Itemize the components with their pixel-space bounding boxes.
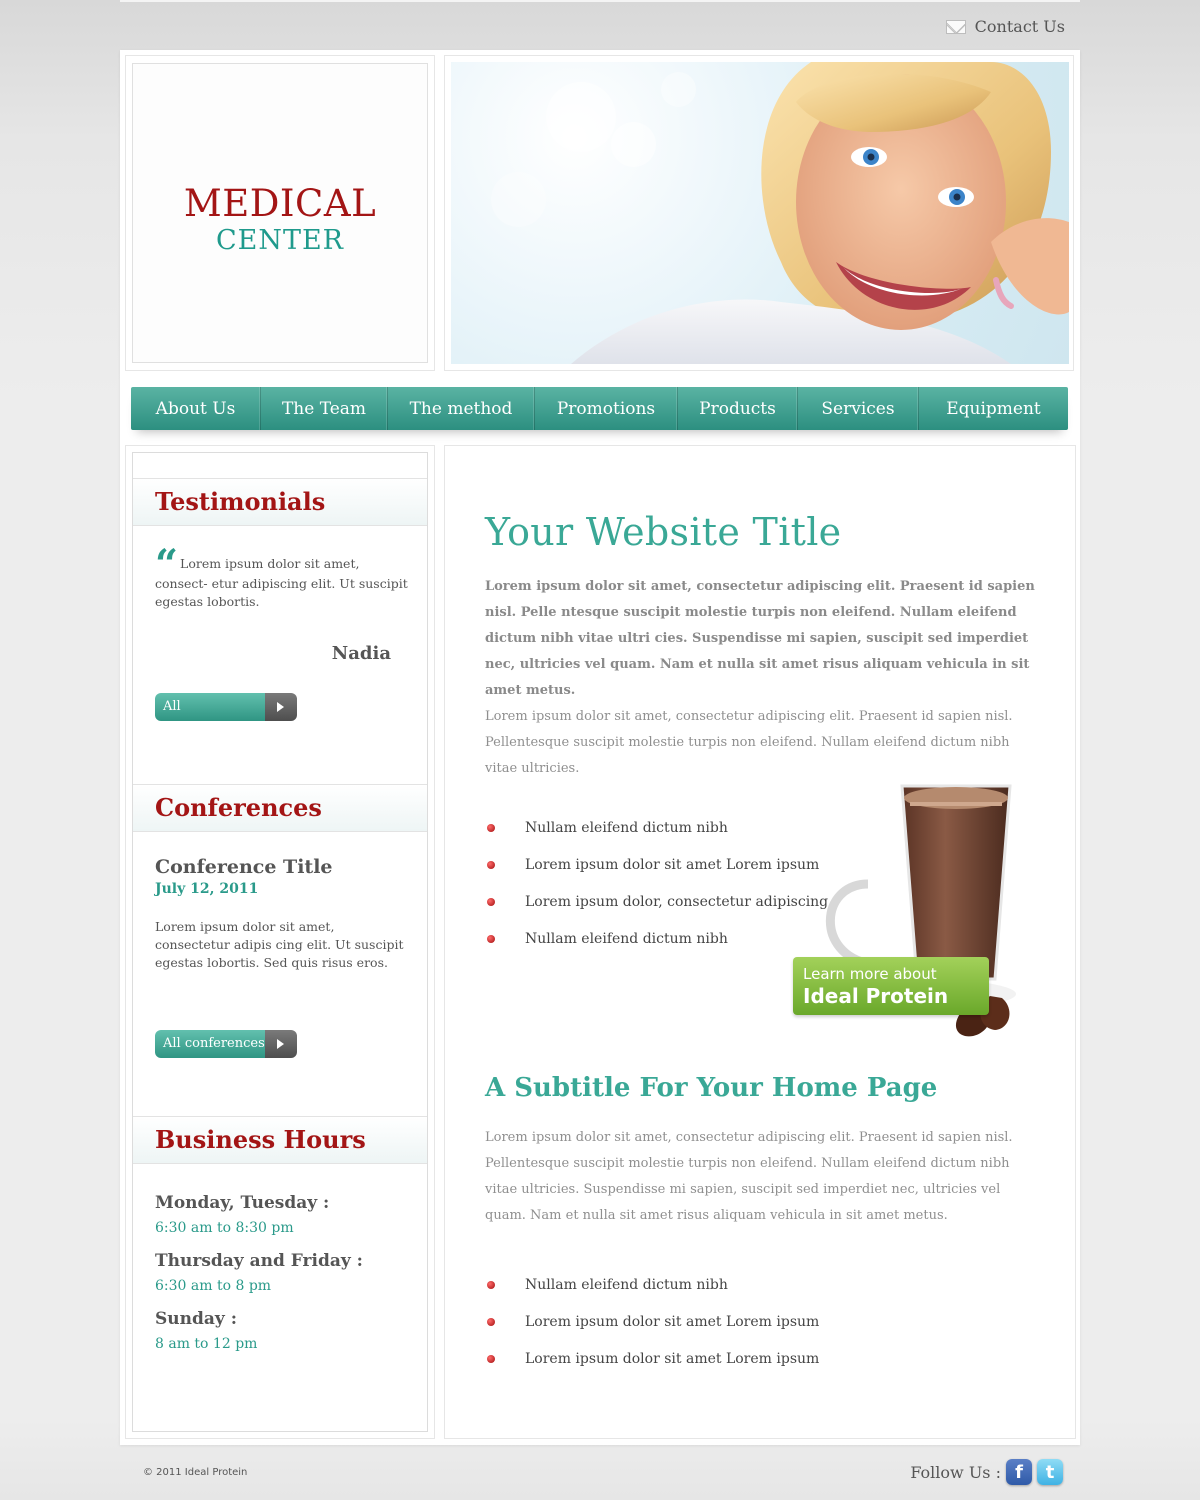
testimonial-author: Nadia [331, 643, 391, 664]
hours-time-3: 8 am to 12 pm [155, 1336, 258, 1352]
nav-equipment[interactable]: Equipment [919, 387, 1068, 430]
list-item: Lorem ipsum dolor, consectetur adipiscin… [485, 892, 828, 929]
list-item: Nullam eleifend dictum nibh [485, 818, 828, 855]
sidebar-panel: Testimonials “Lorem ipsum dolor sit amet… [125, 445, 435, 1439]
copyright: © 2011 Ideal Protein [143, 1467, 248, 1478]
feature-list: Nullam eleifend dictum nibh Lorem ipsum … [485, 818, 828, 966]
page-container: MEDICAL CENTER About Us The Team The met… [120, 50, 1080, 1445]
logo-line-medical: MEDICAL [183, 182, 377, 225]
content-panel: Your Website Title Lorem ipsum dolor sit… [444, 445, 1076, 1439]
hero-image [451, 62, 1069, 364]
nav-services[interactable]: Services [798, 387, 919, 430]
logo-line-center: CENTER [215, 225, 345, 256]
promo-line-1: Learn more about [803, 965, 937, 983]
nav-promotions[interactable]: Promotions [535, 387, 678, 430]
conferences-heading: Conferences [133, 784, 427, 832]
promo-line-2: Ideal Protein [803, 984, 949, 1008]
list-item: Lorem ipsum dolor sit amet Lorem ipsum [485, 855, 828, 892]
main-navigation: About Us The Team The method Promotions … [131, 387, 1068, 430]
testimonial-quote: “Lorem ipsum dolor sit amet, consect- et… [155, 545, 411, 611]
hours-days-1: Monday, Tuesday : [155, 1193, 330, 1213]
content: Your Website Title Lorem ipsum dolor sit… [445, 446, 1075, 1438]
nav-about-us[interactable]: About Us [131, 387, 261, 430]
intro-paragraph: Lorem ipsum dolor sit amet, consectetur … [485, 579, 1035, 698]
hero-panel [444, 55, 1074, 371]
conference-description: Lorem ipsum dolor sit amet, consectetur … [155, 919, 404, 970]
hours-time-2: 6:30 am to 8 pm [155, 1278, 272, 1294]
body-paragraph: Lorem ipsum dolor sit amet, consectetur … [485, 709, 1013, 776]
conference-date: July 12, 2011 [155, 881, 259, 897]
sidebar: Testimonials “Lorem ipsum dolor sit amet… [132, 452, 428, 1432]
list-item: Lorem ipsum dolor sit amet Lorem ipsum [485, 1349, 819, 1386]
list-item: Nullam eleifend dictum nibh [485, 1275, 819, 1312]
twitter-icon[interactable]: t [1037, 1459, 1063, 1485]
woman-portrait-illustration [571, 62, 1069, 364]
learn-more-ideal-protein-button[interactable]: Learn more about Ideal Protein [793, 957, 989, 1015]
arrow-right-icon [265, 693, 297, 721]
business-hours-heading: Business Hours [133, 1116, 427, 1164]
conference-title[interactable]: Conference Title [155, 856, 333, 878]
logo[interactable]: MEDICAL CENTER [132, 63, 428, 363]
list-item: Nullam eleifend dictum nibh [485, 929, 828, 966]
all-testimonials-label: All testimonials [155, 693, 265, 721]
hours-days-3: Sunday : [155, 1309, 237, 1329]
envelope-icon [945, 19, 966, 34]
list-item: Lorem ipsum dolor sit amet Lorem ipsum [485, 1312, 819, 1349]
arrow-right-icon [265, 1030, 297, 1058]
logo-panel: MEDICAL CENTER [125, 55, 435, 371]
follow-us: Follow Us : f t [910, 1459, 1063, 1485]
page-subtitle: A Subtitle For Your Home Page [485, 1073, 938, 1103]
follow-us-label: Follow Us : [910, 1462, 1001, 1482]
nav-the-team[interactable]: The Team [261, 387, 388, 430]
page-title: Your Website Title [485, 510, 842, 554]
all-conferences-button[interactable]: All conferences [155, 1030, 297, 1058]
top-edge [120, 0, 1080, 2]
feature-list-2: Nullam eleifend dictum nibh Lorem ipsum … [485, 1275, 819, 1386]
nav-the-method[interactable]: The method [388, 387, 535, 430]
testimonial-text: Lorem ipsum dolor sit amet, consect- etu… [155, 556, 408, 609]
all-conferences-label: All conferences [155, 1030, 265, 1058]
hours-days-2: Thursday and Friday : [155, 1251, 363, 1271]
subtitle-paragraph: Lorem ipsum dolor sit amet, consectetur … [485, 1130, 1013, 1223]
all-testimonials-button[interactable]: All testimonials [155, 693, 297, 721]
hours-time-1: 6:30 am to 8:30 pm [155, 1220, 294, 1236]
ideal-protein-promo: Learn more about Ideal Protein [790, 774, 1025, 1049]
nav-products[interactable]: Products [678, 387, 798, 430]
facebook-icon[interactable]: f [1006, 1459, 1032, 1485]
contact-us-label: Contact Us [974, 17, 1065, 36]
contact-us-link[interactable]: Contact Us [945, 17, 1065, 36]
testimonials-heading: Testimonials [133, 478, 427, 526]
